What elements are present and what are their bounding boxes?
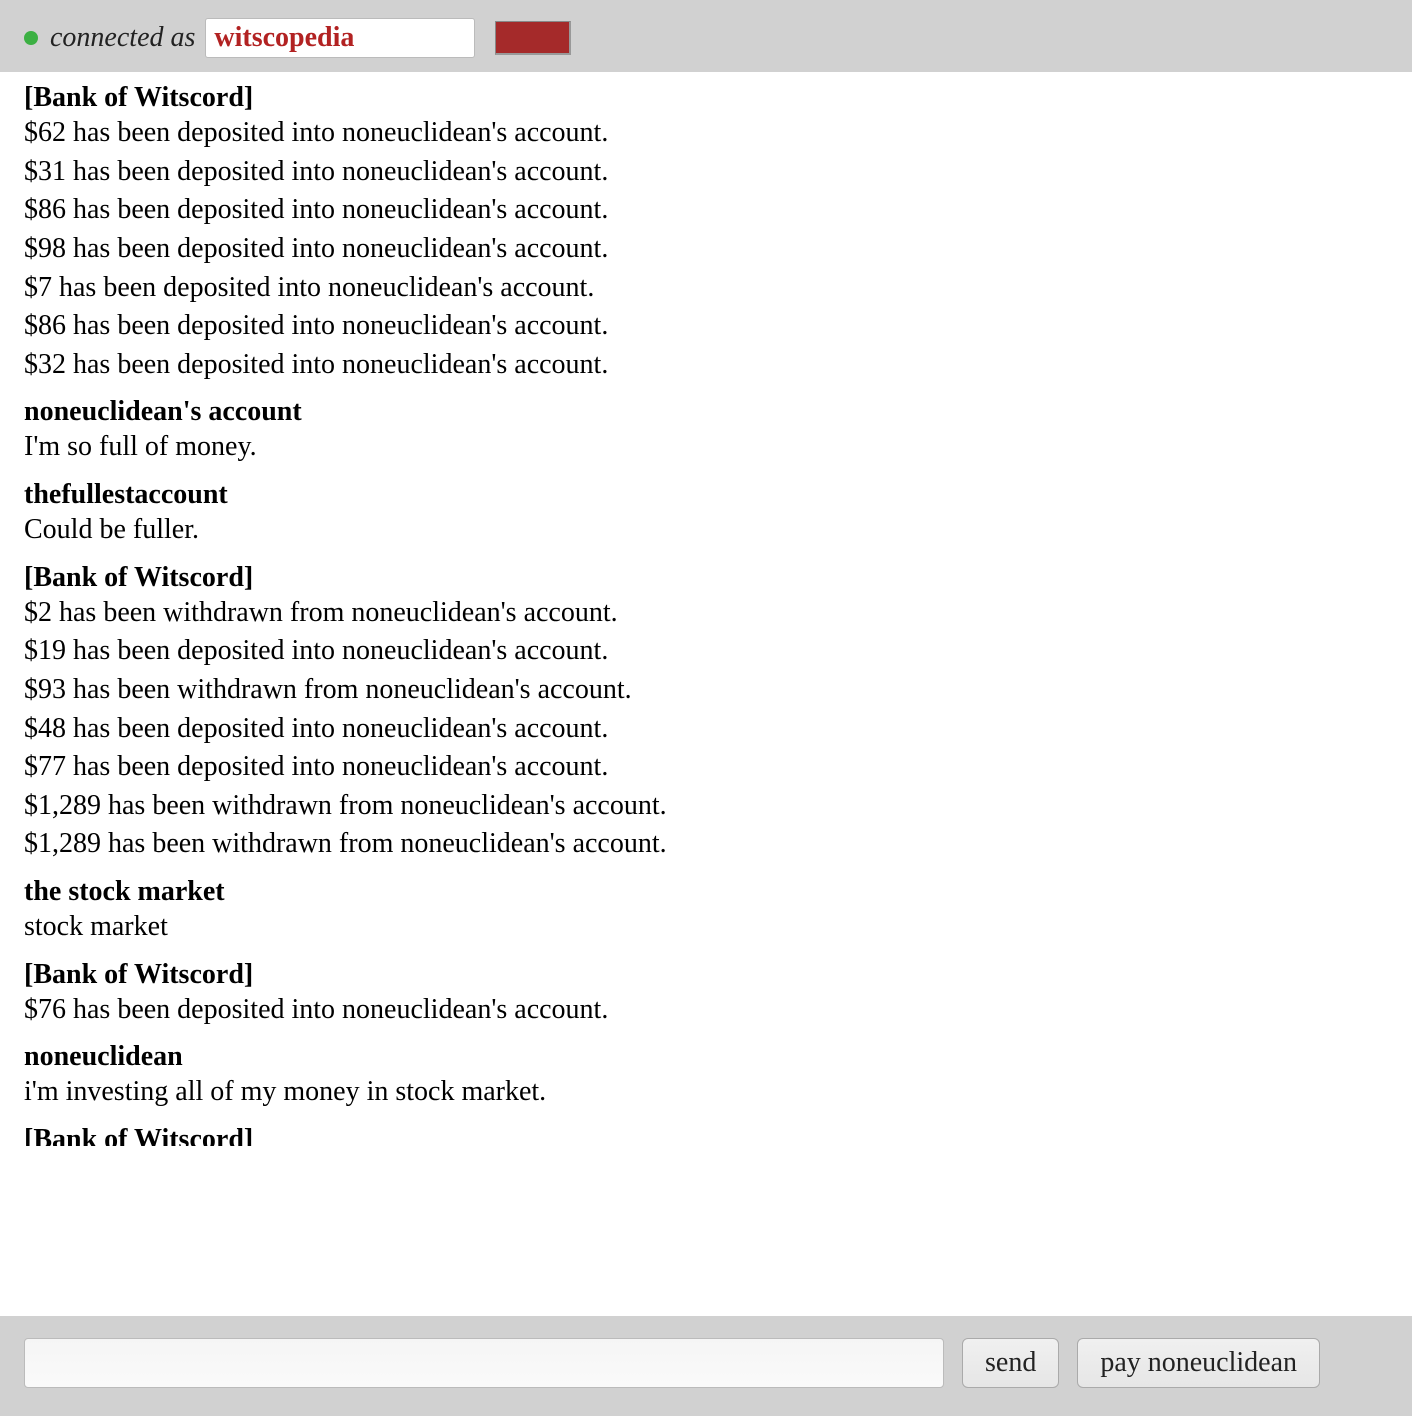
message-sender: [Bank of Witscord] (24, 959, 1388, 991)
message-sender: thefullestaccount (24, 479, 1388, 511)
connection-header: connected as (0, 0, 1412, 72)
message-line: $19 has been deposited into noneuclidean… (24, 632, 1388, 671)
message-line: $62 has been deposited into noneuclidean… (24, 114, 1388, 153)
chat-log: [Bank of Witscord]$62 has been deposited… (0, 72, 1412, 1316)
message-line: $1,289 has been withdrawn from noneuclid… (24, 787, 1388, 826)
pay-button[interactable]: pay noneuclidean (1077, 1338, 1320, 1388)
color-button[interactable] (495, 21, 571, 55)
send-button[interactable]: send (962, 1338, 1059, 1388)
message-group: noneuclideani'm investing all of my mone… (24, 1041, 1388, 1112)
message-line: stock market (24, 908, 1388, 947)
message-line: I'm so full of money. (24, 428, 1388, 467)
message-line: $7 has been deposited into noneuclidean'… (24, 269, 1388, 308)
message-line: $77 has been deposited into noneuclidean… (24, 748, 1388, 787)
message-group: noneuclidean's accountI'm so full of mon… (24, 396, 1388, 467)
message-line: $93 has been withdrawn from noneuclidean… (24, 671, 1388, 710)
message-group: the stock marketstock market (24, 876, 1388, 947)
status-dot-icon (24, 31, 38, 45)
message-sender: [Bank of Witscord] (24, 562, 1388, 594)
message-line: $31 has been deposited into noneuclidean… (24, 153, 1388, 192)
message-sender: noneuclidean's account (24, 396, 1388, 428)
message-line: $48 has been deposited into noneuclidean… (24, 710, 1388, 749)
message-sender: noneuclidean (24, 1041, 1388, 1073)
message-line: Could be fuller. (24, 511, 1388, 550)
connected-label: connected as (50, 22, 195, 54)
message-line: $32 has been deposited into noneuclidean… (24, 346, 1388, 385)
message-group: thefullestaccountCould be fuller. (24, 479, 1388, 550)
message-line: $86 has been deposited into noneuclidean… (24, 307, 1388, 346)
message-line: $76 has been deposited into noneuclidean… (24, 991, 1388, 1030)
composer-bar: send pay noneuclidean (0, 1316, 1412, 1416)
message-line: $98 has been deposited into noneuclidean… (24, 230, 1388, 269)
message-sender: [Bank of Witscord] (24, 1124, 1388, 1146)
message-sender: the stock market (24, 876, 1388, 908)
message-line: i'm investing all of my money in stock m… (24, 1073, 1388, 1112)
message-sender: [Bank of Witscord] (24, 82, 1388, 114)
message-group: [Bank of Witscord]$76 has been deposited… (24, 959, 1388, 1030)
message-line: $86 has been deposited into noneuclidean… (24, 191, 1388, 230)
message-line: $1,289 has been withdrawn from noneuclid… (24, 825, 1388, 864)
message-group: [Bank of Witscord]$2 has been withdrawn … (24, 562, 1388, 864)
message-input[interactable] (24, 1338, 944, 1388)
message-line: $2 has been withdrawn from noneuclidean'… (24, 594, 1388, 633)
username-input[interactable] (205, 18, 475, 58)
message-group: [Bank of Witscord]$62 has been deposited… (24, 82, 1388, 384)
